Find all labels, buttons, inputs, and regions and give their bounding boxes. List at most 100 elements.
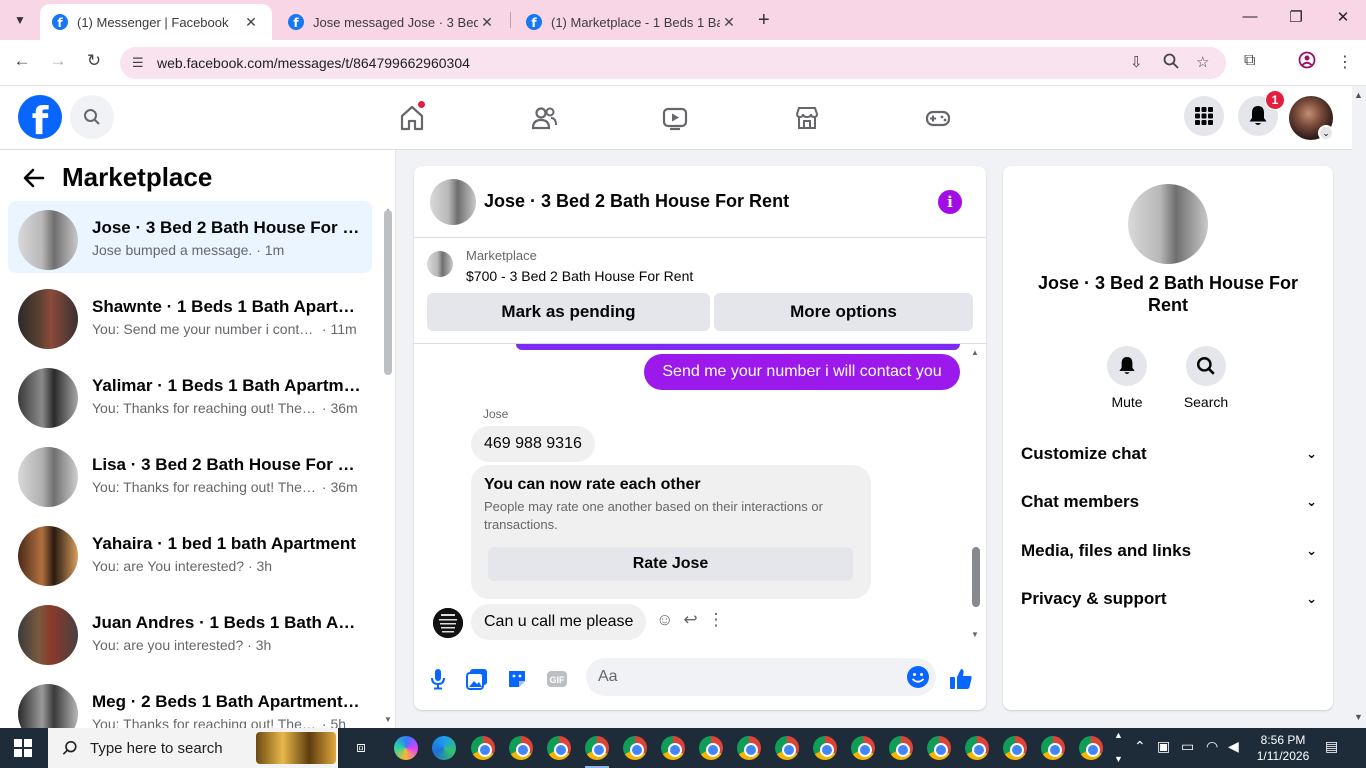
customize-chat-section[interactable]: Customize chat ⌄ — [1021, 439, 1321, 469]
chat-members-section[interactable]: Chat members ⌄ — [1021, 487, 1321, 517]
conversation-item[interactable]: Juan Andres · 1 Beds 1 Bath Apartment Yo… — [8, 596, 372, 668]
taskbar-scroll-up-icon[interactable]: ▲ — [1114, 730, 1123, 740]
media-files-links-section[interactable]: Media, files and links ⌄ — [1021, 536, 1321, 566]
message-input[interactable] — [586, 658, 936, 696]
photo-icon[interactable] — [464, 666, 490, 692]
mark-as-pending-button[interactable]: Mark as pending — [427, 293, 710, 331]
incoming-message[interactable]: Can u call me please — [471, 604, 647, 640]
sticker-icon[interactable] — [504, 666, 530, 692]
sender-avatar[interactable] — [433, 608, 463, 638]
edge-icon[interactable] — [432, 736, 456, 760]
chrome-icon[interactable] — [623, 736, 647, 760]
chrome-icon[interactable] — [471, 736, 495, 760]
chrome-icon[interactable] — [1003, 736, 1027, 760]
battery-icon[interactable]: ▭ — [1181, 738, 1194, 755]
chat-title[interactable]: Jose · 3 Bed 2 Bath House For Rent — [484, 191, 789, 212]
chrome-icon[interactable] — [851, 736, 875, 760]
chrome-icon[interactable] — [775, 736, 799, 760]
scroll-up-arrow-icon[interactable]: ▲ — [971, 348, 979, 357]
minimize-window-button[interactable]: — — [1238, 8, 1262, 25]
tab-messenger[interactable]: f (1) Messenger | Facebook ✕ — [40, 4, 272, 40]
extensions-icon[interactable]: ⧉ — [1244, 52, 1255, 70]
conversation-item[interactable]: Yalimar · 1 Beds 1 Bath Apartment You: T… — [8, 359, 372, 431]
scroll-down-arrow-icon[interactable]: ▼ — [1354, 712, 1363, 722]
conversation-item[interactable]: Jose · 3 Bed 2 Bath House For Rent Jose … — [8, 201, 372, 273]
chrome-icon[interactable] — [1079, 736, 1103, 760]
contact-avatar[interactable] — [1128, 184, 1208, 264]
back-arrow-icon[interactable] — [22, 166, 46, 197]
install-app-icon[interactable]: ⇩ — [1130, 53, 1143, 71]
conversation-item[interactable]: Meg · 2 Beds 1 Bath Apartment For Rent Y… — [8, 675, 372, 728]
facebook-search-button[interactable] — [70, 95, 114, 139]
windows-start-icon[interactable] — [14, 739, 32, 757]
close-window-button[interactable]: ✕ — [1331, 8, 1355, 26]
chrome-icon[interactable] — [699, 736, 723, 760]
incoming-message[interactable]: 469 988 9316 — [471, 426, 595, 462]
tab-search-button[interactable]: ▼ — [8, 9, 32, 31]
scroll-down-arrow-icon[interactable]: ▼ — [971, 630, 979, 639]
show-hidden-icons-icon[interactable]: ⌃ — [1134, 738, 1146, 755]
nav-friends[interactable] — [524, 100, 564, 136]
menu-button[interactable] — [1184, 96, 1224, 136]
more-actions-icon[interactable]: ⋮ — [708, 610, 725, 630]
close-icon[interactable]: ✕ — [242, 14, 260, 31]
taskbar-clock[interactable]: 8:56 PM 1/11/2026 — [1254, 732, 1312, 764]
tab-jose-messaged[interactable]: f Jose messaged Jose · 3 Bed 2 Bath ✕ — [276, 4, 508, 40]
task-view-icon[interactable]: ⧈ — [349, 736, 373, 760]
chat-avatar[interactable] — [430, 179, 476, 225]
outgoing-message[interactable]: Send me your number i will contact you — [644, 354, 960, 390]
chevron-down-icon[interactable]: ⌄ — [1318, 125, 1334, 141]
back-button[interactable]: ← — [10, 51, 34, 71]
meet-now-icon[interactable]: ▣ — [1157, 738, 1170, 755]
more-options-button[interactable]: More options — [714, 293, 973, 331]
facebook-logo-icon[interactable]: f — [18, 95, 62, 139]
chrome-icon[interactable] — [547, 736, 571, 760]
microphone-icon[interactable] — [425, 666, 451, 692]
chrome-menu-icon[interactable]: ⋮ — [1337, 52, 1353, 72]
info-icon[interactable]: i — [938, 190, 962, 214]
react-emoji-icon[interactable]: ☺ — [656, 610, 673, 630]
gif-icon[interactable]: GIF — [544, 666, 570, 692]
taskbar-scroll-down-icon[interactable]: ▼ — [1114, 754, 1123, 764]
restore-window-button[interactable]: ❐ — [1284, 8, 1308, 26]
close-icon[interactable]: ✕ — [478, 14, 496, 31]
thumbs-up-icon[interactable] — [948, 666, 974, 692]
tab-marketplace[interactable]: f (1) Marketplace - 1 Beds 1 Bath ✕ — [514, 4, 750, 40]
emoji-icon[interactable] — [906, 665, 930, 689]
chrome-icon[interactable] — [965, 736, 989, 760]
reply-icon[interactable]: ↩ — [683, 610, 697, 630]
scroll-down-arrow-icon[interactable]: ▼ — [384, 715, 392, 724]
conversation-item[interactable]: Shawnte · 1 Beds 1 Bath Apartment You: S… — [8, 280, 372, 352]
url-text[interactable]: web.facebook.com/messages/t/864799662960… — [157, 55, 470, 71]
volume-icon[interactable]: ◀ — [1228, 738, 1239, 755]
new-tab-button[interactable]: + — [758, 9, 770, 32]
copilot-icon[interactable] — [394, 736, 418, 760]
chrome-icon[interactable] — [1041, 736, 1065, 760]
search-in-chat-button[interactable]: Search — [1176, 346, 1236, 410]
wifi-icon[interactable]: ◠ — [1206, 738, 1218, 755]
privacy-support-section[interactable]: Privacy & support ⌄ — [1021, 584, 1321, 614]
chrome-icon[interactable] — [927, 736, 951, 760]
listing-thumbnail[interactable] — [427, 251, 453, 277]
chrome-icon[interactable] — [509, 736, 533, 760]
nav-home[interactable] — [392, 100, 432, 136]
sidebar-scrollbar-thumb[interactable] — [384, 210, 392, 375]
zoom-icon[interactable] — [1163, 53, 1179, 73]
nav-video[interactable] — [655, 100, 695, 136]
address-bar[interactable]: ☰ web.facebook.com/messages/t/8647996629… — [120, 47, 1226, 79]
reload-button[interactable]: ↻ — [82, 51, 106, 71]
close-icon[interactable]: ✕ — [720, 14, 738, 31]
chrome-icon[interactable] — [737, 736, 761, 760]
bookmark-star-icon[interactable]: ☆ — [1196, 53, 1209, 71]
chat-scrollbar-thumb[interactable] — [972, 547, 980, 607]
nav-marketplace[interactable] — [787, 100, 827, 136]
rate-user-button[interactable]: Rate Jose — [488, 547, 853, 581]
notification-center-icon[interactable]: ▤ — [1325, 738, 1338, 755]
conversation-item[interactable]: Yahaira · 1 bed 1 bath Apartment You: ar… — [8, 517, 372, 589]
scroll-up-arrow-icon[interactable]: ▲ — [1354, 90, 1363, 100]
chrome-icon[interactable] — [813, 736, 837, 760]
chrome-icon[interactable] — [889, 736, 913, 760]
forward-button[interactable]: → — [46, 51, 70, 71]
profile-icon[interactable] — [1298, 51, 1316, 74]
conversation-item[interactable]: Lisa · 3 Bed 2 Bath House For Rent You: … — [8, 438, 372, 510]
